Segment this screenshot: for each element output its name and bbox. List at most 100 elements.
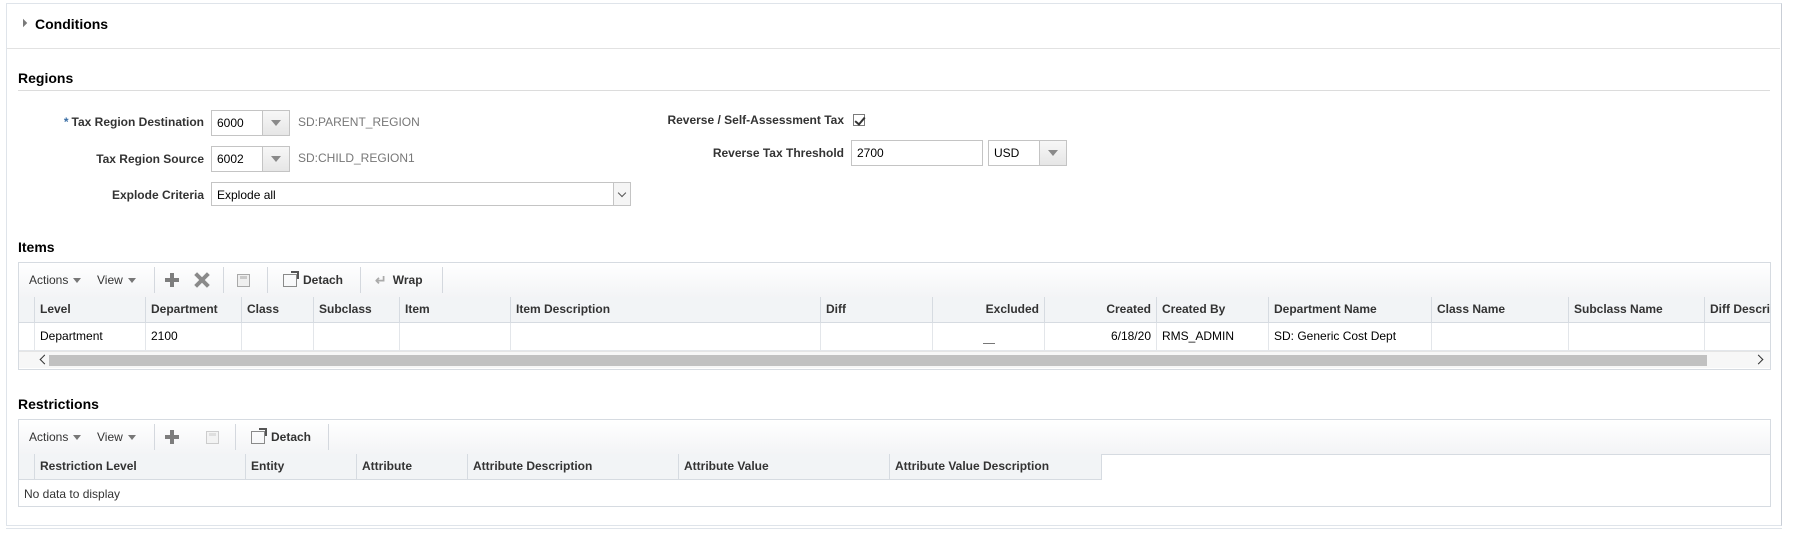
column-header[interactable]: Subclass Name [1568,297,1704,322]
items-add-button[interactable] [165,263,179,297]
column-header[interactable]: Department Name [1268,297,1431,322]
tax-region-source-dropdown-button[interactable] [262,147,289,171]
column-header[interactable]: Subclass [313,297,399,322]
items-save-button[interactable] [237,263,250,297]
column-header[interactable]: Level [34,297,145,322]
separator [235,424,236,450]
column-header[interactable]: Created By [1156,297,1268,322]
tax-region-destination-combobox[interactable]: 6000 [211,110,290,136]
chevron-down-icon [271,156,281,162]
tax-region-destination-input[interactable]: 6000 [212,111,262,135]
restrictions-save-button[interactable] [206,420,219,454]
checkbox-icon [854,114,866,126]
column-header[interactable]: Diff [820,297,932,322]
cell-class [241,323,313,350]
restrictions-detach-button[interactable]: Detach [251,420,311,454]
add-icon [165,430,179,444]
column-header[interactable]: Restriction Level [34,454,245,479]
cell-excluded [932,323,1044,350]
restrictions-actions-menu[interactable]: Actions [29,420,82,454]
separator [154,267,155,293]
column-header[interactable]: Excluded [932,297,1044,322]
excluded-indicator [982,329,995,345]
cell-created-by: RMS_ADMIN [1156,323,1268,350]
items-table: Actions View Detach ↵ Wrap Level Departme… [18,262,1771,370]
scroll-left-icon[interactable] [39,354,50,365]
reverse-tax-threshold-label: Reverse Tax Threshold [712,146,844,160]
regions-title: Regions [18,70,74,86]
explode-criteria-value: Explode all [217,188,276,202]
items-header-row: Level Department Class Subclass Item Ite… [19,297,1770,323]
items-detach-button[interactable]: Detach [283,263,343,297]
cell-diff [820,323,932,350]
divider [6,528,1782,529]
column-header[interactable]: Item Description [510,297,820,322]
cell-class-name [1431,323,1568,350]
column-header[interactable]: Class Name [1431,297,1568,322]
chevron-down-icon [271,120,281,126]
items-toolbar: Actions View Detach ↵ Wrap [19,263,1770,298]
tax-region-source-input[interactable]: 6002 [212,147,262,171]
divider [7,48,1780,49]
items-horizontal-scrollbar[interactable] [19,351,1770,368]
restrictions-table: Actions View Detach Restriction Level En… [18,419,1771,507]
tax-region-destination-dropdown-button[interactable] [262,111,289,135]
explode-criteria-dropdown-button[interactable] [613,183,630,205]
chevron-down-icon [127,278,136,283]
chevron-down-icon [73,435,82,440]
restrictions-header-row: Restriction Level Entity Attribute Attri… [19,454,1102,480]
cell-item-description [510,323,820,350]
conditions-title: Conditions [35,16,109,32]
column-header[interactable]: Diff Descrip [1704,297,1770,322]
separator [328,424,329,450]
restrictions-add-button[interactable] [165,420,179,454]
divider [18,90,1770,91]
tax-region-destination-label: * Tax Region Destination [63,115,204,129]
triangle-down-icon[interactable] [18,18,28,28]
items-wrap-button[interactable]: ↵ Wrap [375,263,423,297]
items-delete-button[interactable] [194,263,210,297]
cell-subclass [313,323,399,350]
column-header[interactable]: Department [145,297,241,322]
column-header[interactable]: Class [241,297,313,322]
items-title: Items [18,239,55,255]
column-header[interactable]: Attribute [356,454,467,479]
column-header[interactable]: Created [1044,297,1156,322]
save-icon [237,273,250,287]
column-header[interactable]: Item [399,297,510,322]
explode-criteria-select[interactable]: Explode all [211,182,631,206]
column-header[interactable]: Attribute Value Description [889,454,1102,479]
cell-department: 2100 [145,323,241,350]
items-actions-menu[interactable]: Actions [29,263,82,297]
cell-diff-description [1704,323,1770,350]
cell-subclass-name [1568,323,1704,350]
currency-dropdown-button[interactable] [1039,141,1066,165]
conditions-disclosure[interactable]: Conditions [18,14,109,34]
empty-table-message: No data to display [24,487,121,501]
restrictions-view-menu[interactable]: View [97,420,136,454]
restrictions-toolbar: Actions View Detach [19,420,1770,455]
reverse-self-assessment-checkbox[interactable] [853,114,866,126]
tax-region-source-combobox[interactable]: 6002 [211,146,290,172]
currency-combobox[interactable]: USD [988,140,1067,166]
currency-input[interactable]: USD [989,141,1039,165]
restrictions-title: Restrictions [18,396,99,412]
chevron-down-icon [1048,150,1058,156]
chevron-down-icon [127,435,136,440]
separator [223,267,224,293]
items-view-menu[interactable]: View [97,263,136,297]
reverse-tax-threshold-input[interactable]: 2700 [851,140,983,166]
column-header[interactable]: Attribute Value [678,454,889,479]
scrollbar-thumb[interactable] [49,355,1707,366]
separator [267,267,268,293]
column-header[interactable]: Attribute Description [467,454,678,479]
chevron-down-icon [73,278,82,283]
tax-region-source-description: SD:CHILD_REGION1 [298,151,415,165]
cell-department-name: SD: Generic Cost Dept [1268,323,1431,350]
table-row[interactable]: Department 2100 6/18/20 RMS_ADMIN SD: Ge… [19,323,1770,351]
scroll-right-icon[interactable] [1753,354,1764,365]
add-icon [165,273,179,287]
chevron-down-icon [617,188,627,197]
detach-icon [283,270,299,287]
column-header[interactable]: Entity [245,454,356,479]
